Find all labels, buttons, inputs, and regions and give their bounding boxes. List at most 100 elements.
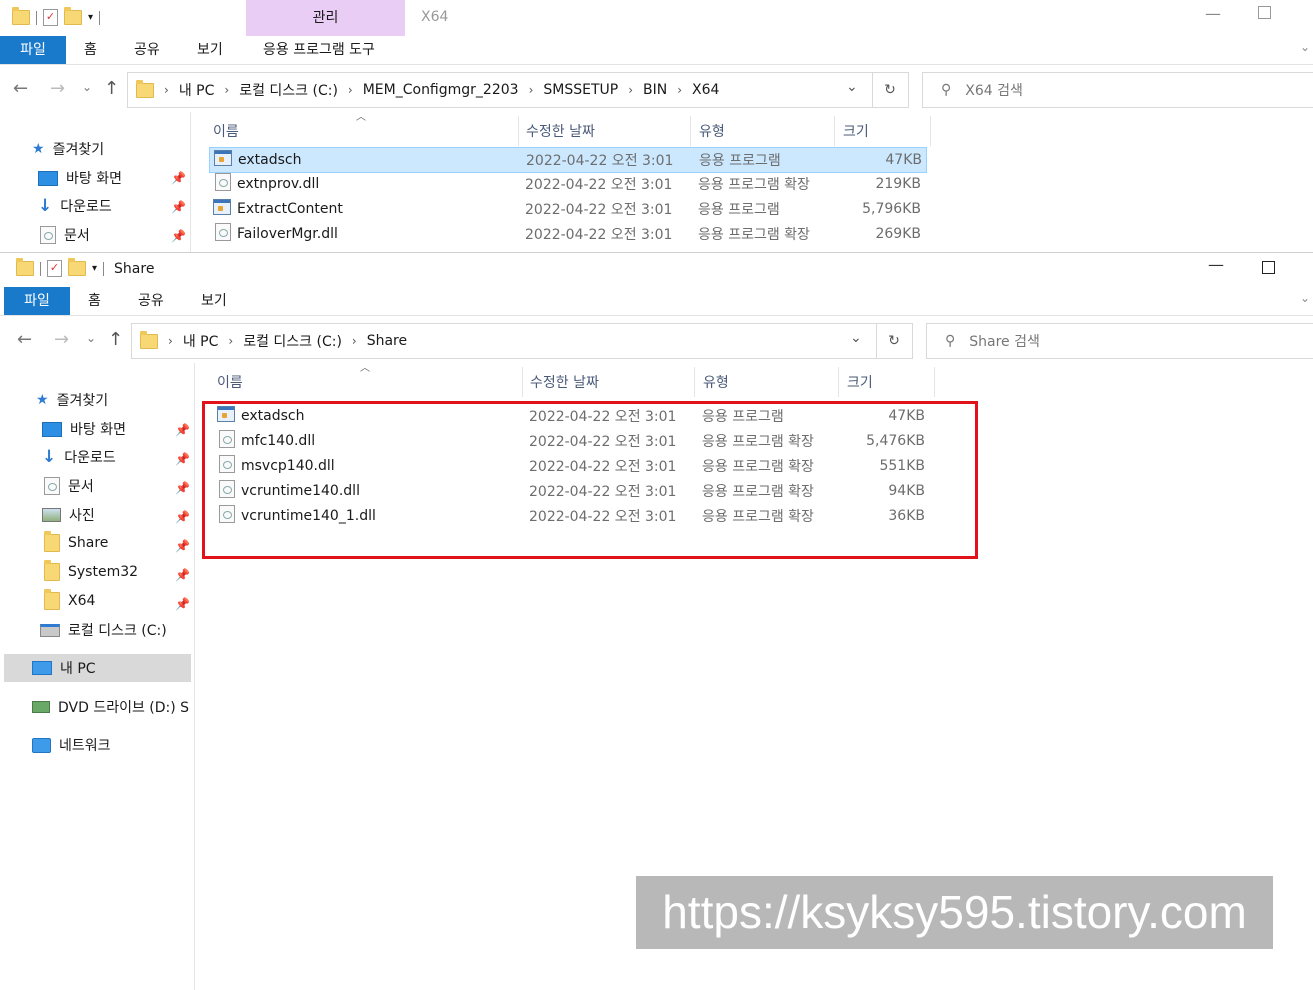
pin-icon[interactable]: 📌	[171, 229, 186, 243]
chevron-right-icon[interactable]: ›	[677, 83, 682, 97]
pin-icon[interactable]: 📌	[175, 423, 190, 437]
tab-app-tools[interactable]: 응용 프로그램 도구	[263, 36, 375, 64]
column-divider[interactable]	[934, 367, 935, 397]
pin-icon[interactable]: 📌	[175, 568, 190, 582]
back-arrow-icon[interactable]: ←	[13, 78, 28, 99]
chevron-right-icon[interactable]: ›	[628, 83, 633, 97]
nav-desktop[interactable]: 바탕 화면	[42, 419, 126, 439]
pin-icon[interactable]: 📌	[175, 481, 190, 495]
pin-icon[interactable]: 📌	[175, 452, 190, 466]
qa-dropdown-icon[interactable]: ▾	[88, 12, 93, 23]
tab-home[interactable]: 홈	[84, 36, 97, 64]
column-type[interactable]: 유형	[703, 372, 729, 392]
nav-dvd-drive[interactable]: DVD 드라이브 (D:) S	[32, 697, 190, 717]
properties-icon[interactable]: ✓	[43, 9, 58, 26]
crumb-x64[interactable]: X64	[692, 82, 719, 98]
column-divider[interactable]	[838, 367, 839, 397]
crumb-smssetup[interactable]: SMSSETUP	[543, 82, 618, 98]
forward-arrow-icon[interactable]: →	[50, 78, 65, 99]
tab-home[interactable]: 홈	[88, 287, 101, 315]
chevron-right-icon[interactable]: ›	[352, 334, 357, 348]
recent-dropdown-icon[interactable]: ⌄	[86, 331, 96, 345]
address-dropdown-icon[interactable]: ⌄	[850, 330, 862, 346]
file-row[interactable]: FailoverMgr.dll 2022-04-22 오전 3:01 응용 프로…	[209, 222, 925, 246]
nav-quick-access[interactable]: ★ 즐겨찾기	[32, 139, 104, 159]
address-bar[interactable]: › 내 PC › 로컬 디스크 (C:) › Share ⌄ ↻	[131, 323, 913, 359]
nav-quick-access[interactable]: ★ 즐겨찾기	[36, 390, 108, 410]
chevron-right-icon[interactable]: ›	[348, 83, 353, 97]
ribbon-expand-icon[interactable]: ⌄	[1300, 40, 1310, 54]
pin-icon[interactable]: 📌	[175, 510, 190, 524]
nav-pictures[interactable]: 사진	[42, 505, 95, 525]
recent-dropdown-icon[interactable]: ⌄	[82, 80, 92, 94]
tab-share[interactable]: 공유	[138, 287, 164, 315]
column-divider[interactable]	[522, 367, 523, 397]
chevron-right-icon[interactable]: ›	[228, 334, 233, 348]
file-row-selected[interactable]: extadsch 2022-04-22 오전 3:01 응용 프로그램 47KB	[209, 147, 927, 173]
forward-arrow-icon[interactable]: →	[54, 329, 69, 350]
nav-share[interactable]: Share	[44, 531, 108, 552]
address-bar[interactable]: › 내 PC › 로컬 디스크 (C:) › MEM_Configmgr_220…	[127, 72, 909, 108]
crumb-local-disk[interactable]: 로컬 디스크 (C:)	[239, 80, 338, 100]
tab-file[interactable]: 파일	[4, 287, 70, 315]
nav-desktop[interactable]: 바탕 화면	[38, 168, 122, 188]
column-divider[interactable]	[690, 116, 691, 146]
maximize-button[interactable]	[1262, 261, 1275, 274]
nav-this-pc[interactable]: 내 PC	[4, 654, 191, 682]
search-box[interactable]: ⚲ Share 검색	[926, 323, 1313, 359]
chevron-right-icon[interactable]: ›	[164, 83, 169, 97]
file-row[interactable]: extnprov.dll 2022-04-22 오전 3:01 응용 프로그램 …	[209, 172, 925, 196]
refresh-icon[interactable]: ↻	[872, 73, 907, 107]
crumb-mem-configmgr[interactable]: MEM_Configmgr_2203	[363, 82, 519, 98]
nav-documents[interactable]: 문서	[40, 225, 90, 245]
crumb-this-pc[interactable]: 내 PC	[183, 331, 219, 351]
minimize-button[interactable]: —	[1208, 255, 1224, 274]
search-box[interactable]: ⚲ X64 검색	[922, 72, 1313, 108]
column-size[interactable]: 크기	[843, 121, 869, 141]
chevron-right-icon[interactable]: ›	[224, 83, 229, 97]
crumb-local-disk[interactable]: 로컬 디스크 (C:)	[243, 331, 342, 351]
chevron-right-icon[interactable]: ›	[168, 334, 173, 348]
tab-view[interactable]: 보기	[201, 287, 227, 315]
column-date[interactable]: 수정한 날짜	[526, 121, 595, 141]
column-divider[interactable]	[518, 116, 519, 146]
folder-icon[interactable]	[12, 7, 30, 25]
file-row[interactable]: ExtractContent 2022-04-22 오전 3:01 응용 프로그…	[209, 197, 925, 221]
column-name[interactable]: 이름	[217, 372, 243, 392]
tab-share[interactable]: 공유	[134, 36, 160, 64]
chevron-right-icon[interactable]: ›	[529, 83, 534, 97]
nav-system32[interactable]: System32	[44, 560, 138, 581]
pin-icon[interactable]: 📌	[171, 171, 186, 185]
up-arrow-icon[interactable]: ↑	[108, 329, 123, 350]
pin-icon[interactable]: 📌	[175, 597, 190, 611]
new-folder-icon[interactable]	[68, 258, 86, 276]
properties-icon[interactable]: ✓	[47, 260, 62, 277]
refresh-icon[interactable]: ↻	[876, 324, 911, 358]
back-arrow-icon[interactable]: ←	[17, 329, 32, 350]
nav-x64[interactable]: X64	[44, 589, 95, 610]
ribbon-expand-icon[interactable]: ⌄	[1300, 291, 1310, 305]
pin-icon[interactable]: 📌	[171, 200, 186, 214]
column-size[interactable]: 크기	[847, 372, 873, 392]
tab-file[interactable]: 파일	[0, 36, 66, 64]
crumb-share[interactable]: Share	[367, 333, 407, 349]
column-date[interactable]: 수정한 날짜	[530, 372, 599, 392]
nav-local-disk[interactable]: 로컬 디스크 (C:)	[40, 620, 167, 640]
up-arrow-icon[interactable]: ↑	[104, 78, 119, 99]
qa-dropdown-icon[interactable]: ▾	[92, 263, 97, 274]
column-divider[interactable]	[694, 367, 695, 397]
nav-downloads[interactable]: ↓ 다운로드	[38, 196, 112, 216]
minimize-button[interactable]: —	[1205, 4, 1221, 23]
new-folder-icon[interactable]	[64, 7, 82, 25]
column-type[interactable]: 유형	[699, 121, 725, 141]
column-name[interactable]: 이름	[213, 121, 239, 141]
column-divider[interactable]	[834, 116, 835, 146]
crumb-this-pc[interactable]: 내 PC	[179, 80, 215, 100]
nav-downloads[interactable]: ↓ 다운로드	[42, 447, 116, 467]
maximize-button[interactable]	[1258, 6, 1271, 19]
address-dropdown-icon[interactable]: ⌄	[846, 79, 858, 95]
nav-network[interactable]: 네트워크	[32, 735, 111, 755]
pin-icon[interactable]: 📌	[175, 539, 190, 553]
tab-view[interactable]: 보기	[197, 36, 223, 64]
nav-documents[interactable]: 문서	[44, 476, 94, 496]
